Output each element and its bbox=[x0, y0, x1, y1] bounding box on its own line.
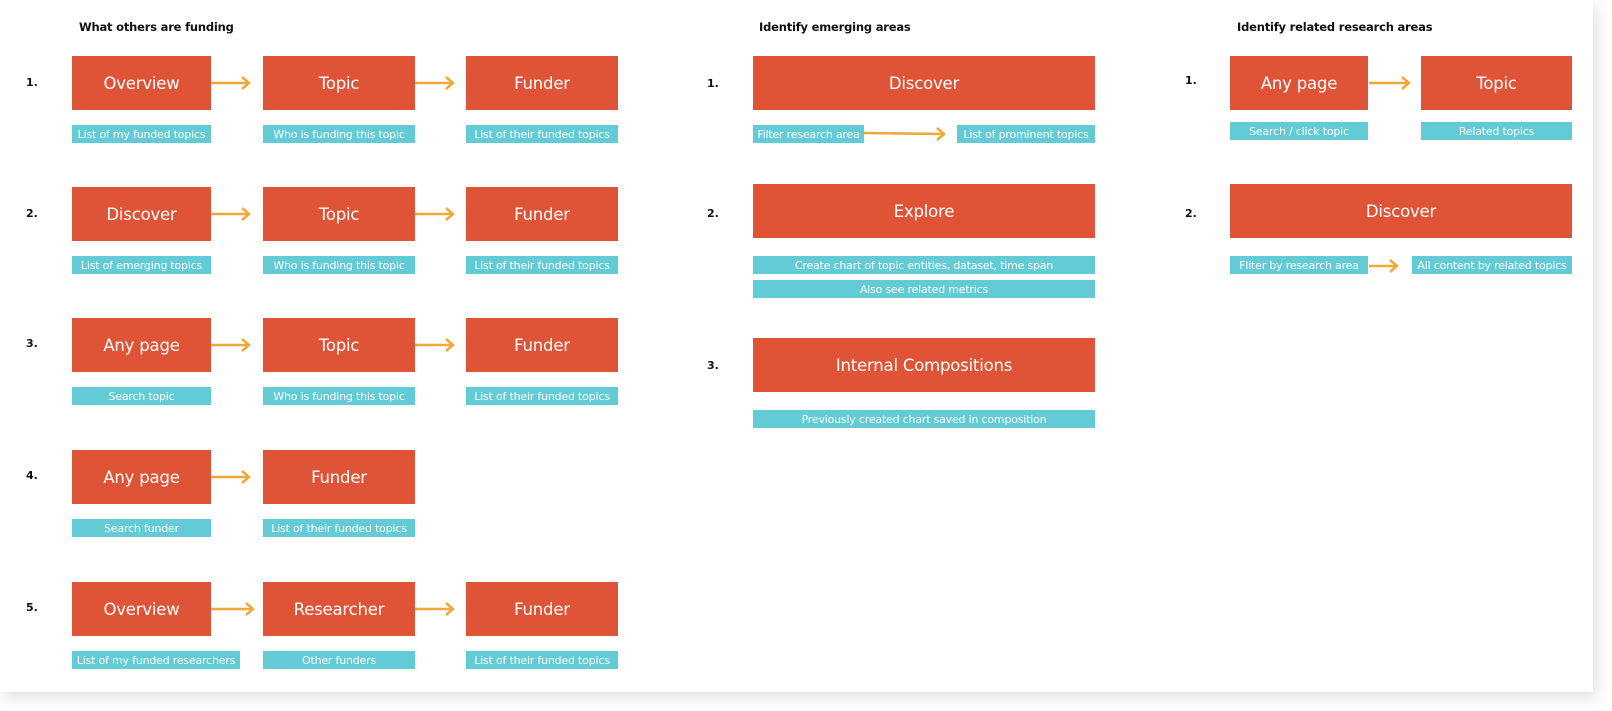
arrow-right-icon bbox=[211, 207, 251, 221]
flow-number: 1. bbox=[26, 76, 38, 89]
step-box: Topic bbox=[263, 56, 415, 110]
step-box: Topic bbox=[263, 318, 415, 372]
arrow-right-icon bbox=[415, 207, 455, 221]
step-box: Any page bbox=[72, 318, 211, 372]
step-box: Any page bbox=[72, 450, 211, 504]
arrow-right-icon bbox=[415, 602, 455, 616]
step-box: Funder bbox=[466, 582, 618, 636]
detail-tag: Related topics bbox=[1421, 122, 1572, 140]
step-box: Discover bbox=[753, 56, 1095, 110]
step-box: Internal Compositions bbox=[753, 338, 1095, 392]
detail-tag: List of my funded researchers bbox=[72, 651, 240, 669]
detail-tag: List of their funded topics bbox=[466, 387, 618, 405]
section-title-related: Identify related research areas bbox=[1237, 20, 1433, 34]
detail-tag: List of their funded topics bbox=[466, 125, 618, 143]
diagram-canvas: What others are funding 1. Overview Topi… bbox=[0, 0, 1593, 692]
step-box: Discover bbox=[1230, 184, 1572, 238]
detail-tag: List of my funded topics bbox=[72, 125, 211, 143]
detail-tag: Who is funding this topic bbox=[263, 125, 415, 143]
flow-number: 2. bbox=[1185, 207, 1197, 220]
step-box: Funder bbox=[466, 318, 618, 372]
detail-tag: Who is funding this topic bbox=[263, 387, 415, 405]
flow-number: 2. bbox=[26, 207, 38, 220]
detail-tag: Fliter by research area bbox=[1230, 256, 1368, 274]
detail-tag: Create chart of topic entities, dataset,… bbox=[753, 256, 1095, 274]
flow-number: 3. bbox=[26, 337, 38, 350]
flow-number: 4. bbox=[26, 469, 38, 482]
step-box: Topic bbox=[263, 187, 415, 241]
step-box: Funder bbox=[263, 450, 415, 504]
step-box: Funder bbox=[466, 187, 618, 241]
detail-tag: All content by related topics bbox=[1412, 256, 1572, 274]
step-box: Funder bbox=[466, 56, 618, 110]
arrow-right-icon bbox=[863, 127, 946, 141]
section-title-emerging: Identify emerging areas bbox=[759, 20, 911, 34]
arrow-right-icon bbox=[211, 76, 251, 90]
detail-tag: Search topic bbox=[72, 387, 211, 405]
step-box: Topic bbox=[1421, 56, 1572, 110]
detail-tag: Who is funding this topic bbox=[263, 256, 415, 274]
step-box: Overview bbox=[72, 56, 211, 110]
flow-number: 5. bbox=[26, 601, 38, 614]
step-box: Discover bbox=[72, 187, 211, 241]
arrow-right-icon bbox=[1369, 259, 1399, 273]
arrow-right-icon bbox=[211, 338, 251, 352]
detail-tag: Other funders bbox=[263, 651, 415, 669]
detail-tag: Also see related metrics bbox=[753, 280, 1095, 298]
detail-tag: Search funder bbox=[72, 519, 211, 537]
detail-tag: List of their funded topics bbox=[466, 651, 618, 669]
detail-tag: List of their funded topics bbox=[263, 519, 415, 537]
detail-tag: List of prominent topics bbox=[957, 125, 1095, 143]
arrow-right-icon bbox=[211, 602, 255, 616]
flow-number: 1. bbox=[707, 77, 719, 90]
detail-tag: Search / click topic bbox=[1230, 122, 1368, 140]
detail-tag: List of their funded topics bbox=[466, 256, 618, 274]
flow-number: 3. bbox=[707, 359, 719, 372]
detail-tag: Filter research area bbox=[753, 125, 864, 143]
step-box: Overview bbox=[72, 582, 211, 636]
arrow-right-icon bbox=[211, 470, 251, 484]
detail-tag: Previously created chart saved in compos… bbox=[753, 410, 1095, 428]
step-box: Explore bbox=[753, 184, 1095, 238]
step-box: Researcher bbox=[263, 582, 415, 636]
flow-number: 2. bbox=[707, 207, 719, 220]
arrow-right-icon bbox=[415, 338, 455, 352]
flow-number: 1. bbox=[1185, 74, 1197, 87]
arrow-right-icon bbox=[1369, 76, 1411, 90]
arrow-right-icon bbox=[415, 76, 455, 90]
detail-tag: List of emerging topics bbox=[72, 256, 211, 274]
section-title-funding: What others are funding bbox=[79, 20, 234, 34]
step-box: Any page bbox=[1230, 56, 1368, 110]
